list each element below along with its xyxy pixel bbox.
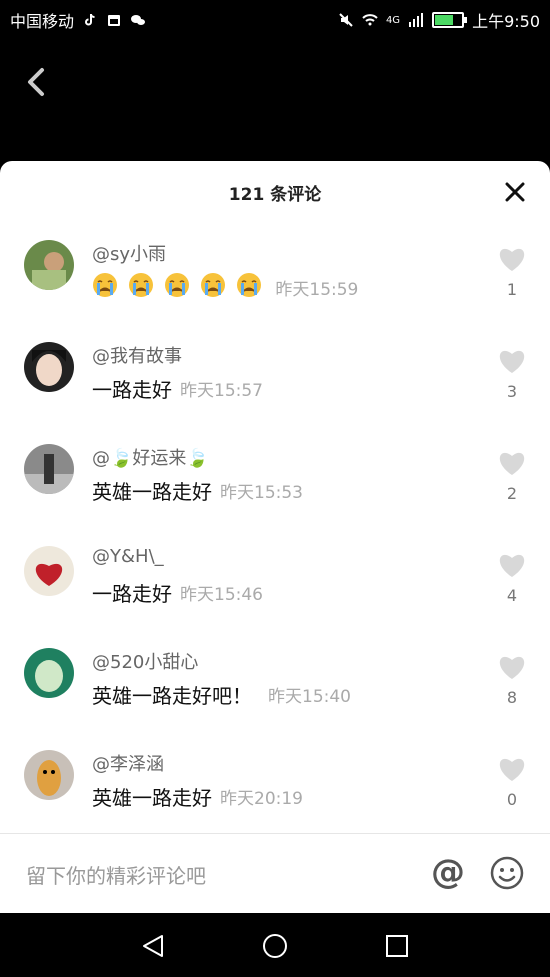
comment-username[interactable]: @Y&H\_ [92, 546, 164, 567]
comment-text: 一路走好 [92, 378, 172, 402]
close-icon[interactable] [504, 181, 526, 203]
comment-content: 一路走好 昨天15:46 [92, 578, 263, 607]
like-button[interactable]: 0 [498, 756, 526, 809]
crying-emoji-icon [93, 273, 117, 297]
heart-icon[interactable] [498, 246, 526, 272]
avatar[interactable] [24, 648, 74, 698]
comment-text: 英雄一路走好吧！ [92, 684, 252, 708]
wifi-icon [362, 14, 378, 26]
comment-time: 昨天15:59 [275, 279, 359, 300]
comment-text: 一路走好 [92, 582, 172, 606]
like-count: 0 [506, 790, 518, 809]
like-button[interactable]: 2 [498, 450, 526, 503]
comment-time: 昨天20:19 [220, 789, 303, 809]
crying-emoji-icon [129, 273, 154, 297]
crying-emoji-icon [201, 273, 226, 297]
comment-username[interactable]: @sy小雨 [92, 240, 166, 266]
smiley-icon[interactable] [490, 856, 524, 890]
like-count: 2 [506, 484, 518, 503]
comment-username[interactable]: @520小甜心 [92, 648, 198, 674]
battery-icon [432, 12, 468, 28]
clock: 上午9:50 [472, 12, 540, 31]
comment-count-title: 121 条评论 [228, 184, 322, 205]
avatar[interactable] [24, 240, 74, 290]
comment-username[interactable]: @🍃好运来🍃 [92, 444, 209, 470]
heart-icon[interactable] [498, 450, 526, 476]
avatar[interactable] [24, 444, 74, 494]
comment-time: 昨天15:40 [268, 687, 351, 707]
carrier-label: 中国移动 [10, 12, 75, 31]
comment-time: 昨天15:57 [180, 381, 263, 401]
circle-home-icon[interactable] [262, 933, 288, 959]
signal-icon [409, 13, 424, 27]
calendar-icon [108, 15, 121, 26]
like-button[interactable]: 4 [498, 552, 526, 605]
comment-username[interactable]: @李泽涵 [92, 750, 164, 776]
like-button[interactable]: 3 [498, 348, 526, 401]
like-button[interactable]: 1 [498, 246, 526, 299]
crying-emoji-icon [165, 273, 190, 297]
comment-text: 英雄一路走好 [92, 480, 212, 504]
back-arrow-icon[interactable] [24, 66, 52, 98]
wechat-icon [131, 15, 146, 25]
comment-item: @Y&H\_ 一路走好 昨天15:46 4 [0, 546, 550, 648]
crying-emoji-icons [92, 272, 267, 302]
avatar[interactable] [24, 546, 74, 596]
comment-time: 昨天15:53 [220, 483, 303, 503]
comment-input-bar: 留下你的精彩评论吧 @ [0, 833, 550, 914]
comment-item: @520小甜心 英雄一路走好吧！ 昨天15:40 8 [0, 648, 550, 750]
comment-time: 昨天15:46 [180, 585, 263, 605]
comment-content: 昨天15:59 [92, 272, 358, 302]
like-count: 3 [506, 382, 518, 401]
avatar[interactable] [24, 342, 74, 392]
like-button[interactable]: 8 [498, 654, 526, 707]
like-count: 1 [506, 280, 518, 299]
status-bar: 中国移动 4G 上午9:50 [0, 0, 550, 36]
comment-item: @🍃好运来🍃 英雄一路走好 昨天15:53 2 [0, 444, 550, 546]
comment-username[interactable]: @我有故事 [92, 342, 182, 368]
comment-item: @sy小雨 昨天15:59 1 [0, 240, 550, 342]
mention-button[interactable]: @ [430, 854, 466, 890]
comment-input[interactable]: 留下你的精彩评论吧 [26, 860, 206, 889]
comment-content: 英雄一路走好 昨天15:53 [92, 476, 303, 505]
comment-content: 英雄一路走好吧！ 昨天15:40 [92, 680, 351, 709]
mute-icon [339, 13, 353, 27]
heart-icon[interactable] [498, 654, 526, 680]
comment-sheet: 121 条评论 @sy小雨 昨天15:59 1 @我有故事 一路走好 昨天15:… [0, 161, 550, 913]
avatar[interactable] [24, 750, 74, 800]
sheet-header: 121 条评论 [0, 161, 550, 223]
heart-icon[interactable] [498, 348, 526, 374]
triangle-back-icon[interactable] [140, 933, 166, 959]
comment-item: @我有故事 一路走好 昨天15:57 3 [0, 342, 550, 444]
crying-emoji-icon [237, 273, 262, 297]
comment-text: 英雄一路走好 [92, 786, 212, 810]
heart-icon[interactable] [498, 756, 526, 782]
like-count: 8 [506, 688, 518, 707]
network-label: 4G [385, 14, 401, 26]
comment-content: 一路走好 昨天15:57 [92, 374, 263, 403]
tiktok-icon [85, 13, 95, 26]
square-recent-icon[interactable] [386, 935, 408, 957]
comment-content: 英雄一路走好 昨天20:19 [92, 782, 303, 811]
android-nav-bar [0, 913, 550, 977]
heart-icon[interactable] [498, 552, 526, 578]
like-count: 4 [506, 586, 518, 605]
